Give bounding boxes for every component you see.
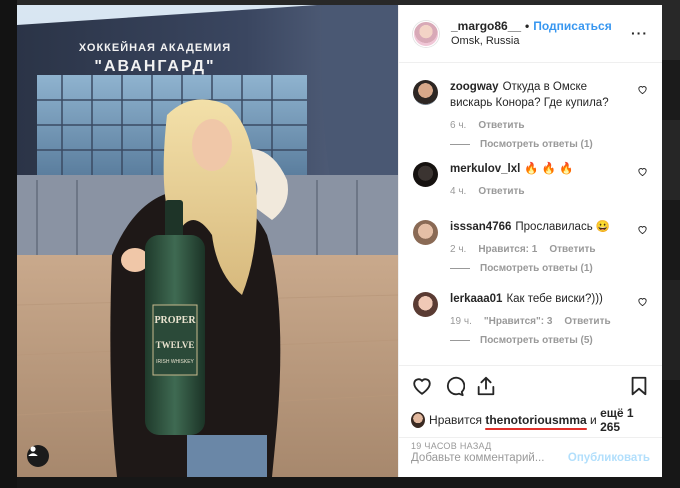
bookmark-icon[interactable] — [628, 375, 650, 397]
view-replies-button[interactable]: Посмотреть ответы (1) — [450, 139, 630, 150]
user-icon — [28, 446, 38, 456]
comment-item: merkulov_lxl 🔥 🔥 🔥 4 ч. Ответить — [413, 161, 648, 219]
comment-text: 🔥 🔥 🔥 — [524, 163, 574, 175]
post-actions: Нравится thenotoriousmma и ещё 1 265 19 … — [399, 365, 662, 477]
comment-bubble-icon[interactable] — [443, 375, 465, 397]
more-horizontal-icon[interactable]: ··· — [631, 25, 648, 41]
view-replies-button[interactable]: Посмотреть ответы (1) — [450, 263, 630, 274]
action-icon-row — [411, 374, 650, 398]
comment-username[interactable]: merkulov_lxl — [450, 163, 520, 175]
building-sign-line2: "АВАНГАРД" — [94, 58, 215, 75]
add-comment-bar: Опубликовать — [399, 437, 662, 477]
view-replies-label: Посмотреть ответы (5) — [480, 335, 593, 346]
view-replies-label: Посмотреть ответы (1) — [480, 139, 593, 150]
building-sign-line1: ХОККЕЙНАЯ АКАДЕМИЯ — [79, 41, 231, 54]
like-heart-icon[interactable] — [411, 375, 433, 397]
comment-avatar[interactable] — [413, 220, 438, 245]
post-header: _margo86__ • Подписаться Omsk, Russia ··· — [399, 5, 662, 63]
comments-list: zoogway Откуда в Омске вискарь Конора? Гд… — [399, 63, 662, 365]
share-icon[interactable] — [475, 375, 497, 397]
comment-time[interactable]: 19 ч. — [450, 316, 472, 327]
view-replies-label: Посмотреть ответы (1) — [480, 263, 593, 274]
view-replies-button[interactable]: Посмотреть ответы (5) — [450, 335, 630, 346]
comment-time[interactable]: 6 ч. — [450, 120, 466, 131]
liker-avatar[interactable] — [411, 412, 426, 428]
comment-avatar[interactable] — [413, 292, 438, 317]
author-username[interactable]: _margo86__ — [451, 19, 521, 33]
liker-username[interactable]: thenotoriousmma — [485, 413, 588, 430]
comment-username[interactable]: isssan4766 — [450, 221, 511, 233]
comment-avatar[interactable] — [413, 162, 438, 187]
follow-button[interactable]: Подписаться — [533, 19, 611, 33]
comment-time[interactable]: 2 ч. — [450, 244, 466, 255]
likes-middle: и — [590, 413, 597, 427]
publish-button[interactable]: Опубликовать — [568, 452, 650, 464]
reply-button[interactable]: Ответить — [478, 186, 524, 197]
reply-button[interactable]: Ответить — [549, 244, 595, 255]
author-avatar[interactable] — [413, 20, 439, 47]
comment-item: lerkaaa01 Как тебе виски?))) 19 ч. "Нрави… — [413, 291, 648, 363]
comment-like-heart-icon[interactable] — [637, 224, 648, 235]
comment-likes-count[interactable]: Нравится: 1 — [478, 244, 537, 255]
post-details-panel: _margo86__ • Подписаться Omsk, Russia ··· … — [398, 5, 662, 477]
post-modal: PROPER TWELVE IRISH WHISKEY ХОККЕЙНАЯ АК… — [17, 5, 662, 477]
replies-line — [450, 340, 470, 341]
comment-item: isssan4766 Прославилась 😀 2 ч. Нравится: … — [413, 219, 648, 291]
comment-avatar[interactable] — [413, 80, 438, 105]
reply-button[interactable]: Ответить — [478, 120, 524, 131]
comment-like-heart-icon[interactable] — [637, 296, 648, 307]
comment-username[interactable]: zoogway — [450, 81, 499, 93]
likes-count-button[interactable]: ещё 1 265 — [600, 406, 650, 434]
bottle-label-line2: TWELVE — [156, 340, 195, 350]
tagged-user-button[interactable] — [27, 445, 49, 467]
comment-like-heart-icon[interactable] — [637, 84, 648, 95]
separator-dot: • — [525, 19, 530, 33]
comment-like-heart-icon[interactable] — [637, 166, 648, 177]
comment-likes-count[interactable]: "Нравится": 3 — [484, 316, 553, 327]
bottle-label-line1: PROPER — [154, 315, 196, 326]
add-comment-input[interactable] — [411, 451, 568, 464]
replies-line — [450, 268, 470, 269]
likes-summary: Нравится thenotoriousmma и ещё 1 265 — [411, 406, 650, 434]
replies-line — [450, 144, 470, 145]
comment-username[interactable]: lerkaaa01 — [450, 293, 502, 305]
comment-text: Как тебе виски?))) — [506, 293, 603, 305]
likes-prefix: Нравится — [429, 413, 482, 427]
comment-item: zoogway Откуда в Омске вискарь Конора? Гд… — [413, 79, 648, 161]
post-location[interactable]: Omsk, Russia — [451, 34, 648, 48]
post-photo[interactable]: PROPER TWELVE IRISH WHISKEY ХОККЕЙНАЯ АК… — [17, 5, 398, 477]
comment-text: Прославилась 😀 — [515, 221, 611, 233]
reply-button[interactable]: Ответить — [564, 316, 610, 327]
comment-time[interactable]: 4 ч. — [450, 186, 466, 197]
photo-illustration: PROPER TWELVE IRISH WHISKEY ХОККЕЙНАЯ АК… — [17, 5, 398, 477]
bottle-label-line3: IRISH WHISKEY — [156, 359, 194, 365]
